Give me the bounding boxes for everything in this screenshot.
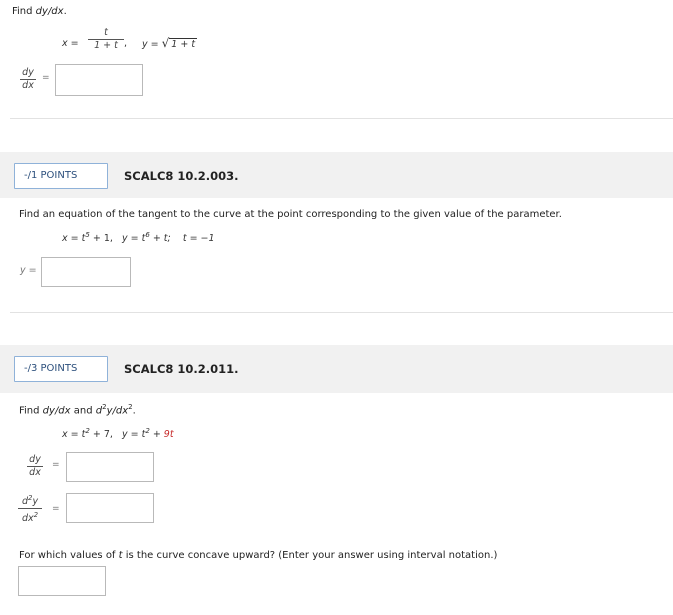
q2-divider: [10, 312, 673, 313]
q1-lhs-fraction: dy dx: [20, 68, 36, 91]
q1-x-fraction: t 1 + t: [88, 28, 124, 51]
q1-answer-input[interactable]: [55, 64, 143, 96]
q3-second-derivative-input[interactable]: [66, 493, 154, 523]
q1-prompt-period: .: [63, 6, 67, 17]
q3-frac2-bar: [18, 508, 42, 510]
q1-lhs-numerator: dy: [22, 67, 34, 78]
q1-prompt: Find dy/dx.: [12, 6, 67, 17]
q1-x-denominator: 1 + t: [94, 40, 118, 51]
q3-concavity-input[interactable]: [18, 566, 106, 596]
q3-highlight-term: 9t: [163, 429, 174, 441]
q3-first-derivative-input[interactable]: [66, 452, 154, 482]
q3-second-derivative-label: d2y dx2: [18, 493, 42, 524]
q1-x-numerator: t: [104, 27, 108, 38]
q2-prompt: Find an equation of the tangent to the c…: [19, 209, 562, 220]
q2-answer-input[interactable]: [41, 257, 131, 287]
q3-frac1-numerator: dy: [29, 454, 41, 465]
question-1-panel: Find dy/dx. x = t 1 + t , y = √ 1 + t dy …: [0, 0, 673, 120]
q3-prompt: Find dy/dx and d2y/dx2.: [19, 403, 136, 417]
q2-answer-label: y =: [20, 265, 37, 276]
q2-given-equations: x = t5 + 1, y = t6 + t; t = −1: [62, 231, 215, 245]
q3-first-derivative-label: dy dx: [27, 455, 43, 478]
q1-y-expression: y = √ 1 + t: [142, 36, 198, 50]
q3-frac2-denominator: dx2: [21, 511, 39, 525]
q1-equals: =: [42, 73, 50, 83]
q1-y-label: y =: [142, 39, 159, 50]
q3-question-id: SCALC8 10.2.011.: [124, 362, 239, 376]
question-2-panel: Find an equation of the tangent to the c…: [0, 198, 673, 314]
sqrt-icon: √: [161, 36, 170, 50]
q3-frac1-denominator: dx: [29, 467, 41, 478]
q3-given-equations: x = t2 + 7, y = t2 + 9t: [62, 427, 174, 441]
q1-y-radicand: 1 + t: [169, 38, 198, 50]
q3-concavity-prompt: For which values of t is the curve conca…: [19, 550, 498, 561]
q3-equals-1: =: [52, 460, 60, 470]
q1-x-label: x =: [62, 38, 79, 49]
q3-equals-2: =: [52, 504, 60, 514]
q1-prompt-derivative: dy/dx: [35, 6, 64, 17]
q2-points-button[interactable]: -/1 POINTS: [14, 163, 108, 189]
q3-frac2-numerator: d2y: [21, 494, 39, 508]
q1-x-comma: ,: [124, 38, 128, 49]
q3-points-button[interactable]: -/3 POINTS: [14, 356, 108, 382]
q1-divider: [10, 118, 673, 119]
q1-lhs-denominator: dx: [22, 80, 34, 91]
q2-question-id: SCALC8 10.2.003.: [124, 169, 239, 183]
q1-prompt-text: Find: [12, 6, 36, 17]
